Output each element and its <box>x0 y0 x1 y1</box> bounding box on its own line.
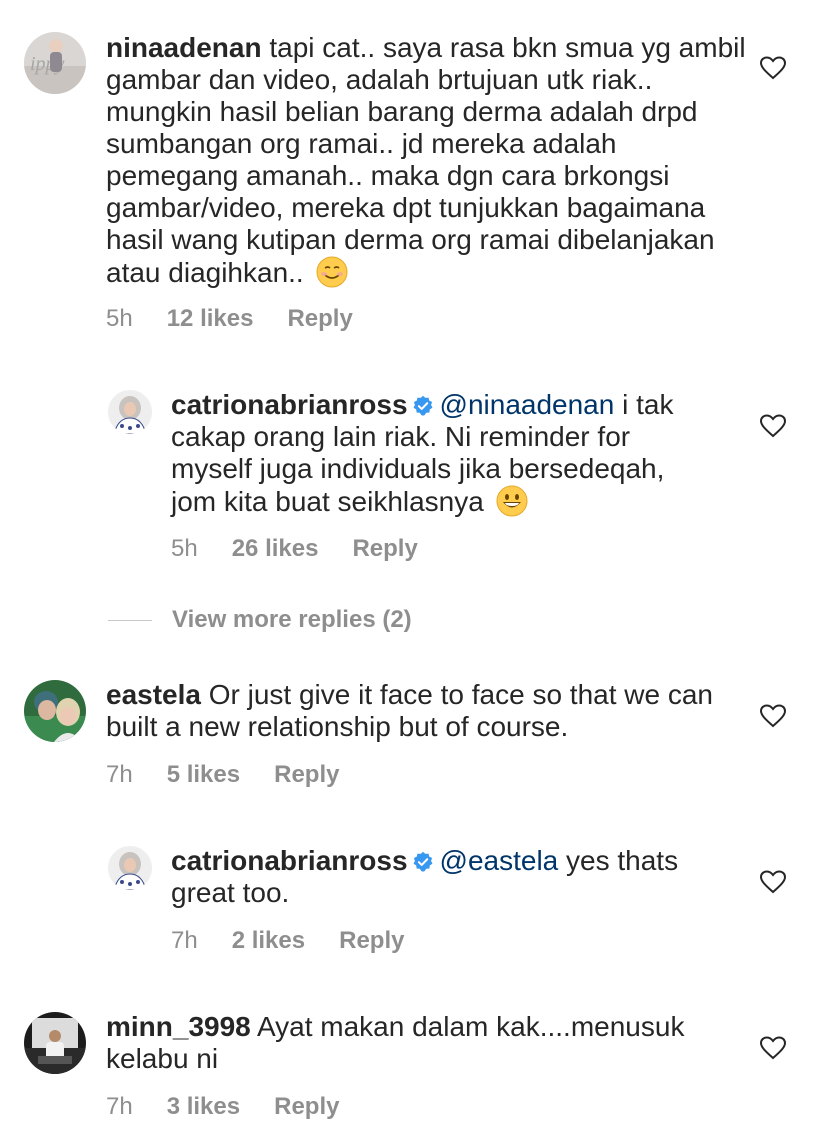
reply-button[interactable]: Reply <box>352 535 417 563</box>
likes-count[interactable]: 5 likes <box>167 761 240 789</box>
comment-meta: 5h 12 likes Reply <box>106 305 353 333</box>
heart-icon[interactable] <box>760 1036 786 1060</box>
reply-button[interactable]: Reply <box>274 1093 339 1121</box>
view-more-replies-button[interactable]: View more replies (2) <box>108 606 412 634</box>
comment-meta: 7h 2 likes Reply <box>171 927 404 955</box>
timestamp: 5h <box>171 535 198 562</box>
likes-count[interactable]: 12 likes <box>167 305 254 333</box>
grinning-face-icon <box>496 485 528 517</box>
avatar[interactable]: ippy <box>24 32 86 94</box>
divider-line <box>108 619 152 621</box>
comment-text-block: catrionabrianross @eastela yes thats gre… <box>171 845 711 909</box>
comment-meta: 5h 26 likes Reply <box>171 535 418 563</box>
comment-text: tapi cat.. saya rasa bkn smua yg ambil g… <box>106 32 746 288</box>
likes-count[interactable]: 26 likes <box>232 535 319 563</box>
username[interactable]: ninaadenan <box>106 32 262 63</box>
username[interactable]: catrionabrianross <box>171 845 408 876</box>
username[interactable]: catrionabrianross <box>171 389 408 420</box>
mention-link[interactable]: @eastela <box>440 845 559 876</box>
comment-text-block: minn_3998 Ayat makan dalam kak....menusu… <box>106 1011 726 1075</box>
timestamp: 7h <box>171 927 198 954</box>
verified-badge-icon <box>413 395 432 416</box>
comment-meta: 7h 5 likes Reply <box>106 761 339 789</box>
comment-meta: 7h 3 likes Reply <box>106 1093 339 1121</box>
heart-icon[interactable] <box>760 704 786 728</box>
avatar[interactable] <box>108 390 152 434</box>
username[interactable]: eastela <box>106 679 201 710</box>
likes-count[interactable]: 3 likes <box>167 1093 240 1121</box>
timestamp: 7h <box>106 761 133 788</box>
heart-icon[interactable] <box>760 56 786 80</box>
timestamp: 5h <box>106 305 133 332</box>
avatar[interactable] <box>24 680 86 742</box>
reply-button[interactable]: Reply <box>339 927 404 955</box>
avatar[interactable] <box>24 1012 86 1074</box>
heart-icon[interactable] <box>760 414 786 438</box>
comment-text-block: ninaadenan tapi cat.. saya rasa bkn smua… <box>106 32 746 289</box>
heart-icon[interactable] <box>760 870 786 894</box>
reply-button[interactable]: Reply <box>274 761 339 789</box>
smiling-face-icon <box>316 256 347 288</box>
reply-button[interactable]: Reply <box>287 305 352 333</box>
likes-count[interactable]: 2 likes <box>232 927 305 955</box>
comment-text-block: eastela Or just give it face to face so … <box>106 679 726 743</box>
view-more-label: View more replies (2) <box>172 606 412 633</box>
avatar[interactable] <box>108 846 152 890</box>
username[interactable]: minn_3998 <box>106 1011 251 1042</box>
mention-link[interactable]: @ninaadenan <box>440 389 615 420</box>
comment-text-block: catrionabrianross @ninaadenan i tak caka… <box>171 389 691 518</box>
verified-badge-icon <box>413 851 432 872</box>
timestamp: 7h <box>106 1093 133 1120</box>
